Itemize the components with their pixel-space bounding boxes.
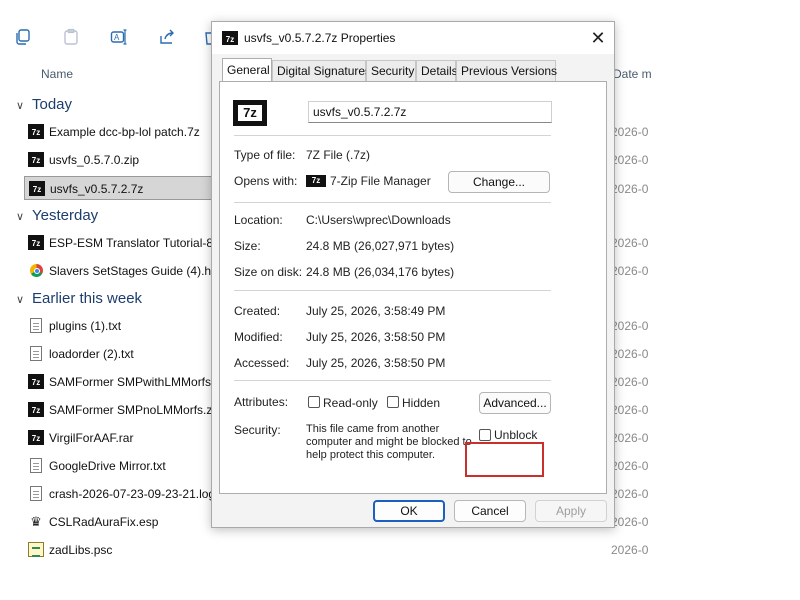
size-on-disk-value: 24.8 MB (26,034,176 bytes) [306, 265, 455, 279]
close-icon: ✕ [590, 28, 606, 48]
read-only-checkbox[interactable] [308, 396, 320, 408]
7z-archive-icon: 7z [28, 374, 44, 389]
tab-digital-signatures[interactable]: Digital Signatures [272, 60, 371, 81]
created-value: July 25, 2026, 3:58:49 PM [306, 304, 446, 318]
file-row[interactable]: loadorder (2).txt 2026-0 [24, 342, 648, 366]
unblock-highlight-box [465, 442, 544, 477]
unblock-checkbox[interactable] [479, 429, 491, 441]
file-row[interactable]: 7z usvfs_0.5.7.0.zip 2026-0 [24, 148, 648, 172]
script-file-icon [28, 542, 44, 557]
rename-icon[interactable]: A [110, 28, 128, 46]
group-header-yesterday[interactable]: ∨ Yesterday [16, 207, 98, 224]
general-tab-panel: 7z Type of file: 7Z File (.7z) Opens wit… [219, 81, 607, 494]
7zip-app-icon: 7z [306, 175, 326, 187]
security-label: Security: [234, 423, 281, 437]
divider [234, 202, 551, 203]
file-row[interactable]: plugins (1).txt 2026-0 [24, 314, 648, 338]
7z-archive-icon: 7z [222, 31, 238, 45]
7z-file-type-icon: 7z [233, 100, 267, 126]
file-row[interactable]: crash-2026-07-23-09-23-21.log 2026-0 [24, 482, 648, 506]
unblock-label[interactable]: Unblock [494, 428, 537, 442]
column-name-header[interactable]: Name [41, 67, 73, 81]
change-button[interactable]: Change... [448, 171, 550, 193]
tab-general[interactable]: General [222, 58, 272, 81]
divider [234, 290, 551, 291]
accessed-label: Accessed: [234, 356, 290, 370]
properties-dialog: 7z usvfs_v0.5.7.2.7z Properties ✕ Genera… [211, 21, 615, 528]
group-header-earlier-this-week[interactable]: ∨ Earlier this week [16, 290, 142, 307]
tab-details[interactable]: Details [416, 60, 458, 81]
file-row[interactable]: Slavers SetStages Guide (4).htm 2026-0 [24, 259, 648, 283]
modified-label: Modified: [234, 330, 283, 344]
opens-with-value: 7-Zip File Manager [330, 174, 431, 188]
attributes-label: Attributes: [234, 395, 289, 409]
file-row[interactable]: 7z SAMFormer SMPnoLMMorfs.zi 2026-0 [24, 398, 648, 422]
chevron-down-icon: ∨ [16, 211, 25, 223]
read-only-label[interactable]: Read-only [323, 396, 378, 410]
chevron-down-icon: ∨ [16, 100, 25, 112]
tab-security[interactable]: Security [366, 60, 416, 81]
chevron-down-icon: ∨ [16, 294, 25, 306]
location-label: Location: [234, 213, 283, 227]
text-file-icon [30, 486, 42, 501]
7z-archive-icon: 7z [29, 181, 45, 196]
7z-archive-icon: 7z [28, 235, 44, 250]
divider [234, 380, 551, 381]
opens-with-label: Opens with: [234, 174, 298, 188]
file-row[interactable]: 7z SAMFormer SMPwithLMMorfs. 2026-0 [24, 370, 648, 394]
column-date-header[interactable]: Date m [613, 67, 652, 81]
accessed-value: July 25, 2026, 3:58:50 PM [306, 356, 446, 370]
file-row[interactable]: 7z VirgilForAAF.rar 2026-0 [24, 426, 648, 450]
text-file-icon [30, 346, 42, 361]
hidden-label[interactable]: Hidden [402, 396, 440, 410]
size-on-disk-label: Size on disk: [234, 265, 303, 279]
type-of-file-value: 7Z File (.7z) [306, 148, 371, 162]
file-row[interactable]: 7z ESP-ESM Translator Tutorial-88 2026-0 [24, 231, 648, 255]
7z-archive-icon: 7z [28, 430, 44, 445]
divider [234, 135, 551, 136]
dialog-title: usvfs_v0.5.7.2.7z Properties [244, 31, 396, 45]
modified-value: July 25, 2026, 3:58:50 PM [306, 330, 446, 344]
created-label: Created: [234, 304, 281, 318]
advanced-button[interactable]: Advanced... [479, 392, 551, 414]
location-value: C:\Users\wprec\Downloads [306, 213, 451, 227]
esp-plugin-icon: ♛ [30, 514, 42, 529]
file-row[interactable]: GoogleDrive Mirror.txt 2026-0 [24, 454, 648, 478]
ok-button[interactable]: OK [373, 500, 445, 522]
close-button[interactable]: ✕ [584, 24, 612, 52]
paste-icon[interactable] [62, 28, 80, 46]
share-icon[interactable] [158, 28, 176, 46]
file-name-field[interactable] [308, 101, 552, 123]
security-warning-text: This file came from another computer and… [306, 423, 472, 461]
apply-button[interactable]: Apply [535, 500, 607, 522]
cancel-button[interactable]: Cancel [454, 500, 526, 522]
chrome-icon [30, 264, 43, 277]
copy-icon[interactable] [14, 28, 32, 46]
7z-archive-icon: 7z [28, 152, 44, 167]
file-row-selected[interactable]: 7z usvfs_v0.5.7.2.7z 2026-0 [24, 176, 648, 200]
hidden-checkbox[interactable] [387, 396, 399, 408]
file-row[interactable]: ♛ CSLRadAuraFix.esp 2026-0 [24, 510, 648, 534]
7z-archive-icon: 7z [28, 124, 44, 139]
tab-previous-versions[interactable]: Previous Versions [456, 60, 557, 81]
7z-archive-icon: 7z [28, 402, 44, 417]
group-header-today[interactable]: ∨ Today [16, 96, 72, 113]
file-row[interactable]: 7z Example dcc-bp-lol patch.7z 2026-0 [24, 120, 648, 144]
size-value: 24.8 MB (26,027,971 bytes) [306, 239, 455, 253]
size-label: Size: [234, 239, 261, 253]
dialog-titlebar[interactable]: 7z usvfs_v0.5.7.2.7z Properties ✕ [212, 22, 614, 54]
file-row[interactable]: zadLibs.psc 2026-0 [24, 538, 648, 562]
text-file-icon [30, 458, 42, 473]
type-of-file-label: Type of file: [234, 148, 296, 162]
svg-text:A: A [114, 33, 120, 42]
text-file-icon [30, 318, 42, 333]
